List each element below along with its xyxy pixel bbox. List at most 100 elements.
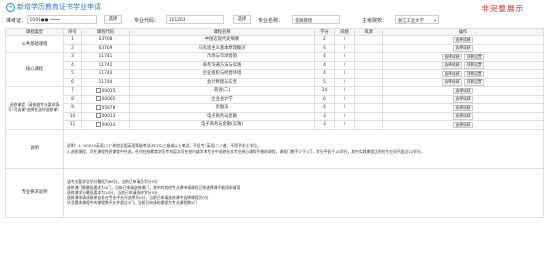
- ops-cell: 选择成绩 顶替设置: [382, 52, 544, 62]
- name-cell: 电子商务与金融(实践): [129, 120, 315, 130]
- num-cell: 4: [63, 60, 82, 70]
- name-cell: 会计原理与实务: [129, 77, 315, 87]
- score-cell: /: [334, 43, 355, 53]
- name-cell: 英语(二): [129, 86, 315, 96]
- group-cell: 选修课程（请依据专业要求填写"可选课"选择任选的选修课）: [5, 86, 64, 130]
- major-code-input[interactable]: 101203: [166, 15, 224, 24]
- group-cell: 核心课程: [5, 52, 64, 87]
- row-checkbox[interactable]: [95, 113, 101, 119]
- substitute-setting-button[interactable]: 顶替设置: [464, 70, 485, 77]
- source-cell: [354, 35, 383, 45]
- add-circle-icon: +: [6, 2, 15, 12]
- select-score-button[interactable]: 选择成绩: [441, 53, 462, 60]
- select-score-button[interactable]: 选择成绩: [441, 70, 462, 77]
- ops-cell: 选择成绩: [382, 86, 544, 96]
- code-cell: 03708: [81, 35, 130, 45]
- name-cell: 电子商务与金融: [129, 111, 315, 121]
- select-score-button[interactable]: 选择成绩: [452, 113, 474, 120]
- title-bar: + 新增学历教育证书学业申请: [6, 2, 101, 12]
- select-ticket-button[interactable]: 选择: [104, 15, 122, 24]
- name-cell: 企业会计学: [129, 94, 315, 104]
- credit-cell: 4: [314, 60, 335, 70]
- explain-line: 2.选修课程，可在课程性质课程中任选，任何在校教育学历专科层次可在校内或学术专业…: [67, 148, 425, 154]
- code-cell: 00014: [81, 120, 130, 130]
- table-row: 选修课程（请依据专业要求填写"可选课"选择任选的选修课） 7 00015 英语(…: [5, 86, 544, 130]
- num-cell: 3: [63, 52, 82, 62]
- score-cell: /: [334, 69, 355, 79]
- school-select[interactable]: 浙江工业大学 ▾: [395, 15, 439, 24]
- row-checkbox[interactable]: [95, 121, 101, 127]
- school-value: 浙江工业大学: [398, 19, 424, 24]
- ops-cell: 选择成绩 顶替设置: [382, 77, 544, 87]
- name-cell: 中国近现代史纲要: [129, 35, 315, 45]
- col-header: 操作: [382, 28, 544, 36]
- name-cell: 商务沟通方法与实践: [129, 60, 315, 70]
- source-cell: [354, 111, 383, 121]
- select-score-button[interactable]: 选择成绩: [452, 96, 474, 103]
- num-cell: 8: [63, 94, 82, 104]
- row-checkbox[interactable]: [95, 96, 101, 102]
- select-major-button[interactable]: 选择: [233, 15, 251, 24]
- requirement-label: 专业要求说明: [5, 167, 64, 218]
- score-cell: /: [334, 60, 355, 70]
- source-cell: [354, 52, 383, 62]
- score-cell: /: [334, 94, 355, 104]
- major-name-input[interactable]: 金融管理: [292, 15, 340, 24]
- code-text: 00014: [101, 122, 116, 128]
- credit-cell: 5: [314, 77, 335, 87]
- select-score-button[interactable]: 选择成绩: [441, 79, 462, 86]
- substitute-setting-button[interactable]: 顶替设置: [464, 62, 485, 69]
- select-score-button[interactable]: 选择成绩: [441, 62, 462, 69]
- table-row: 2 03709 马克思主义基本原理概论 4 / 选择成绩: [6, 43, 544, 53]
- ops-cell: 选择成绩: [382, 120, 544, 130]
- source-cell: [354, 77, 383, 87]
- code-cell: 11743: [81, 69, 130, 79]
- substitute-setting-button[interactable]: 顶替设置: [464, 53, 485, 60]
- ops-cell: 选择成绩: [382, 35, 544, 45]
- source-cell: [354, 69, 383, 79]
- page-title: 新增学历教育证书学业申请: [17, 3, 101, 11]
- score-cell: /: [334, 77, 355, 87]
- substitute-setting-button[interactable]: 顶替设置: [464, 79, 485, 86]
- requirement-row: 专业要求说明 该专业要求总学分最低为66分，当前已申请总学分0分 选修课门数最低…: [5, 167, 544, 218]
- row-checkbox[interactable]: [95, 87, 101, 93]
- code-cell: 00065: [81, 94, 130, 104]
- credit-cell: 2: [314, 35, 335, 45]
- code-text: 00013: [101, 114, 116, 120]
- select-score-button[interactable]: 选择成绩: [452, 45, 474, 52]
- table-row: 核心课程 3 11741 市场与市场营销 4 / 选择成绩 顶替设置: [5, 52, 544, 87]
- name-cell: 市场与市场营销: [129, 52, 315, 62]
- credit-cell: 4: [314, 43, 335, 53]
- select-score-button[interactable]: 选择成绩: [452, 104, 474, 111]
- code-cell: 11742: [81, 60, 130, 70]
- table-row: 4 11742 商务沟通方法与实践 4 / 选择成绩 顶替设置: [6, 60, 544, 70]
- num-cell: 5: [63, 69, 82, 79]
- select-score-button[interactable]: 选择成绩: [452, 121, 474, 128]
- credit-cell: 14: [314, 86, 335, 96]
- table-header-row: 课程类型 序号 课程代码 课程名称 学分 成绩 来源 操作: [5, 28, 544, 36]
- ops-cell: 选择成绩: [382, 103, 544, 113]
- major-code-label: 专业代码：: [134, 18, 160, 24]
- ticket-label: 准考证：: [6, 18, 27, 24]
- table-row: 10 00013 电子商务与金融 3 / 选择成绩: [6, 111, 544, 121]
- name-cell: 马克思主义基本原理概论: [129, 43, 315, 53]
- num-cell: 1: [63, 35, 82, 45]
- name-cell: 金融法: [129, 103, 315, 113]
- source-cell: [354, 86, 383, 96]
- num-cell: 9: [63, 103, 82, 113]
- ops-cell: 选择成绩: [382, 111, 544, 121]
- num-cell: 2: [63, 43, 82, 53]
- ops-cell: 选择成绩 顶替设置: [382, 60, 544, 70]
- select-score-button[interactable]: 选择成绩: [452, 36, 474, 43]
- code-cell: 11744: [81, 77, 130, 87]
- status-label: 非完整展示: [481, 4, 524, 13]
- row-checkbox[interactable]: [95, 104, 101, 110]
- ticket-input[interactable]: 0101●●: [27, 15, 97, 24]
- credit-cell: 6: [314, 94, 335, 104]
- col-header: 序号: [63, 28, 82, 36]
- code-cell: 05678: [81, 103, 130, 113]
- requirement-text: 该专业要求总学分最低为66分，当前已申请总学分0分 选修课门数最低要求为1门，当…: [63, 167, 544, 218]
- table-row: 8 00065 企业会计学 6 / 选择成绩: [6, 94, 544, 104]
- select-score-button[interactable]: 选择成绩: [452, 87, 474, 94]
- credit-cell: 4: [314, 52, 335, 62]
